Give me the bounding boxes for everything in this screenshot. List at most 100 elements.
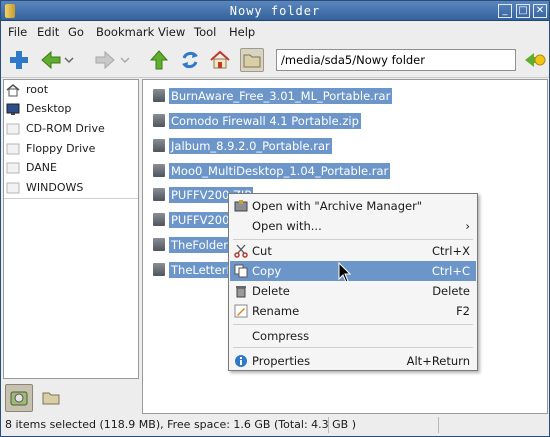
- menu-item-open-with[interactable]: Open with... ›: [230, 216, 476, 236]
- drive-icon: [6, 123, 20, 134]
- folder-icon: [243, 54, 261, 68]
- back-history-dropdown[interactable]: [63, 48, 75, 72]
- status-divider: [438, 417, 439, 433]
- back-arrow-icon: [41, 50, 61, 70]
- file-name: Jalbum_8.9.2.0_Portable.rar: [169, 137, 332, 154]
- menu-item-shortcut: Ctrl+C: [431, 264, 470, 278]
- menu-item-shortcut: Delete: [432, 284, 470, 298]
- menu-go[interactable]: Go: [68, 25, 84, 39]
- minimize-button[interactable]: _: [498, 4, 512, 18]
- home-icon: [210, 50, 230, 69]
- chevron-down-icon: [120, 57, 130, 64]
- back-button[interactable]: [39, 48, 63, 72]
- chevron-down-icon: [64, 57, 74, 64]
- file-item[interactable]: PUFFV200H: [153, 210, 241, 229]
- file-item[interactable]: Moo0_MultiDesktop_1.04_Portable.rar: [153, 161, 391, 180]
- menu-item-label: Cut: [252, 244, 272, 258]
- file-item[interactable]: BurnAware_Free_3.01_ML_Portable.rar: [153, 86, 393, 105]
- go-arrow-icon: [525, 53, 546, 67]
- menu-item-shortcut: Ctrl+X: [432, 244, 470, 258]
- forward-history-dropdown[interactable]: [119, 48, 131, 72]
- sidebar-item-label: root: [26, 83, 49, 96]
- forward-button[interactable]: [93, 48, 117, 72]
- sidebar-item-cdrom[interactable]: CD-ROM Drive: [6, 119, 136, 138]
- chevron-right-icon: ›: [465, 219, 470, 233]
- sidebar-item-floppy[interactable]: Floppy Drive: [6, 139, 136, 158]
- title-bar[interactable]: Nowy folder _ □ ✕: [1, 1, 549, 21]
- menu-tool[interactable]: Tool: [194, 25, 216, 39]
- up-arrow-icon: [149, 50, 169, 70]
- trash-icon: [234, 284, 248, 298]
- menu-view[interactable]: View: [158, 25, 185, 39]
- plus-icon: [10, 51, 28, 69]
- sidebar-item-label: Desktop: [26, 102, 72, 115]
- maximize-button[interactable]: □: [516, 4, 530, 18]
- menu-item-cut[interactable]: Cut Ctrl+X: [230, 241, 476, 261]
- home-button[interactable]: [208, 48, 232, 72]
- sidebar-item-dane[interactable]: DANE: [6, 158, 136, 177]
- file-item[interactable]: TheFolderS: [153, 235, 238, 254]
- menu-item-label: Delete: [252, 284, 290, 298]
- location-input[interactable]: [276, 49, 516, 71]
- go-button[interactable]: [524, 50, 546, 70]
- places-tab[interactable]: [5, 384, 33, 412]
- file-item[interactable]: Comodo Firewall 4.1 Portable.zip: [153, 111, 361, 130]
- up-button[interactable]: [147, 48, 171, 72]
- menu-separator: [233, 239, 473, 240]
- reload-button[interactable]: [178, 48, 202, 72]
- status-divider: [328, 417, 329, 433]
- file-manager-window: Nowy folder _ □ ✕ File Edit Go Bookmark …: [0, 0, 550, 437]
- archive-file-icon: [153, 139, 165, 152]
- menu-item-open-with-archive-manager[interactable]: Open with "Archive Manager": [230, 196, 476, 216]
- status-text: 8 items selected (118.9 MB), Free space:…: [5, 418, 357, 431]
- sidebar-divider: [4, 198, 138, 199]
- copy-icon: [234, 264, 248, 278]
- places-sidebar: root Desktop CD-ROM Drive Floppy Drive D…: [3, 79, 139, 379]
- menu-item-delete[interactable]: Delete Delete: [230, 281, 476, 301]
- new-tab-button[interactable]: [7, 48, 31, 72]
- drive-disk-icon: [10, 391, 28, 406]
- menu-help[interactable]: Help: [229, 25, 255, 39]
- menu-edit[interactable]: Edit: [37, 25, 59, 39]
- sidebar-item-root[interactable]: root: [6, 80, 136, 99]
- mouse-cursor-icon: [338, 262, 352, 283]
- folder-icon: [42, 392, 60, 405]
- sidebar-item-label: DANE: [26, 161, 57, 174]
- menu-item-shortcut: Alt+Return: [406, 354, 470, 368]
- menu-item-label: Compress: [252, 329, 310, 343]
- toolbar: [1, 42, 549, 78]
- sidebar-item-label: WINDOWS: [26, 181, 84, 194]
- close-button[interactable]: ✕: [533, 4, 547, 18]
- sidebar-item-windows[interactable]: WINDOWS: [6, 178, 136, 197]
- menu-bookmark[interactable]: Bookmark: [96, 25, 154, 39]
- menu-file[interactable]: File: [8, 25, 27, 39]
- scissors-icon: [234, 244, 248, 258]
- archive-file-icon: [153, 188, 165, 201]
- sidebar-item-label: CD-ROM Drive: [26, 122, 105, 135]
- sidebar-item-desktop[interactable]: Desktop: [6, 99, 136, 118]
- info-icon: [234, 354, 248, 368]
- toggle-location-button[interactable]: [240, 48, 264, 72]
- file-name: Comodo Firewall 4.1 Portable.zip: [169, 112, 361, 129]
- file-item[interactable]: Jalbum_8.9.2.0_Portable.rar: [153, 136, 332, 155]
- menu-item-rename[interactable]: Rename F2: [230, 301, 476, 321]
- drive-icon: [6, 162, 20, 173]
- menu-item-label: Open with...: [252, 219, 322, 233]
- menu-item-label: Rename: [252, 304, 300, 318]
- archive-file-icon: [153, 114, 165, 127]
- reload-icon: [182, 51, 198, 69]
- directory-tree-tab[interactable]: [37, 384, 65, 412]
- menu-item-compress[interactable]: Compress: [230, 326, 476, 346]
- archive-file-icon: [153, 238, 165, 251]
- file-name: TheFolderS: [169, 236, 238, 253]
- archive-file-icon: [153, 263, 165, 276]
- archive-file-icon: [153, 164, 165, 177]
- window-title: Nowy folder: [229, 4, 321, 18]
- menu-separator: [233, 347, 473, 348]
- menu-item-copy[interactable]: Copy Ctrl+C: [230, 261, 476, 281]
- menu-item-label: Properties: [252, 354, 311, 368]
- archive-manager-icon: [234, 199, 248, 213]
- menu-item-properties[interactable]: Properties Alt+Return: [230, 351, 476, 371]
